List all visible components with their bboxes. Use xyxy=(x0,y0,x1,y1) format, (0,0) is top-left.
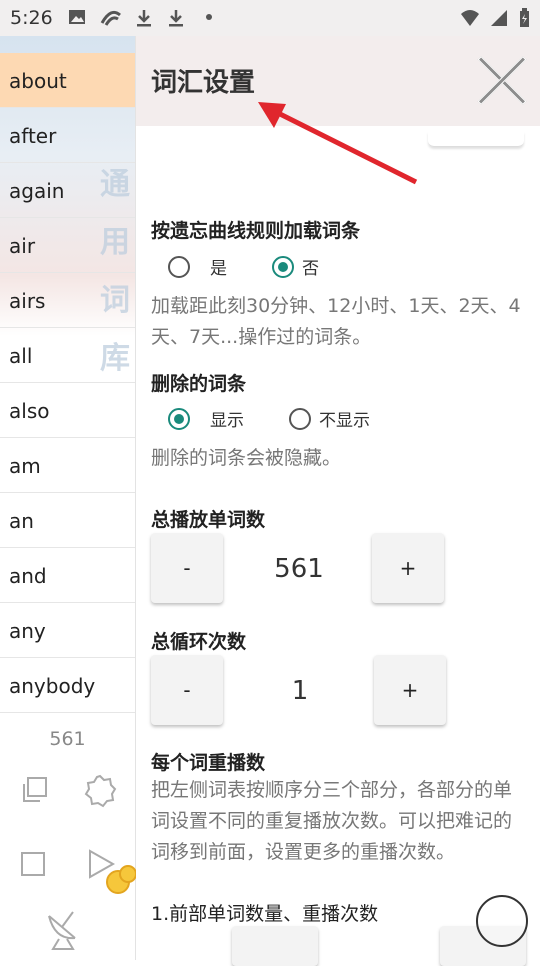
status-time: 5:26 xyxy=(10,7,53,29)
total-words-title: 总播放单词数 xyxy=(151,509,266,531)
word-item[interactable]: all xyxy=(0,328,135,383)
satellite-dish-icon[interactable] xyxy=(45,906,81,954)
status-right-icons xyxy=(460,8,530,32)
status-bar: 5:26 xyxy=(0,0,540,36)
word-label: after xyxy=(9,124,57,148)
word-label: an xyxy=(9,509,34,533)
front-part-label: 1.前部单词数量、重播次数 xyxy=(151,903,379,925)
floating-action-button[interactable] xyxy=(476,895,528,947)
download-icon xyxy=(136,9,152,31)
word-item[interactable]: also xyxy=(0,383,135,438)
word-item[interactable]: anybody xyxy=(0,658,135,713)
wifi-icon xyxy=(460,9,480,31)
word-item[interactable]: any xyxy=(0,603,135,658)
word-label: again xyxy=(9,179,65,203)
deleted-entries-title: 删除的词条 xyxy=(151,373,247,395)
word-label: anybody xyxy=(9,674,96,698)
forgetting-curve-description: 加载距此刻30分钟、12小时、1天、2天、4天、7天...操作过的词条。 xyxy=(151,295,521,348)
radio-hide[interactable] xyxy=(289,407,311,430)
word-item[interactable]: after xyxy=(0,108,135,163)
forgetting-curve-options: 是 否 xyxy=(168,254,319,279)
word-label: all xyxy=(9,344,33,368)
forgetting-curve-title: 按遗忘曲线规则加载词条 xyxy=(151,220,361,242)
total-words-plus-button[interactable]: + xyxy=(372,533,444,603)
download-icon-2 xyxy=(168,9,184,31)
battery-icon xyxy=(518,8,530,32)
word-item[interactable]: about xyxy=(0,53,135,108)
annotation-arrow xyxy=(258,102,418,185)
coins-icon xyxy=(106,864,137,900)
checkbox-square-icon[interactable] xyxy=(21,852,45,880)
per-word-repeat-description: 把左侧词表按顺序分三个部分，各部分的单词设置不同的重复播放次数。可以把难记的词移… xyxy=(151,779,513,863)
close-icon[interactable] xyxy=(476,54,528,106)
deleted-entries-options: 显示 不显示 xyxy=(168,406,370,431)
notification-dot-icon xyxy=(205,8,213,30)
word-label: any xyxy=(9,619,46,643)
word-item[interactable]: an xyxy=(0,493,135,548)
word-label: airs xyxy=(9,289,46,313)
radio-yes-label: 是 xyxy=(210,259,227,279)
radio-show[interactable] xyxy=(168,407,190,430)
radio-yes[interactable] xyxy=(168,255,190,278)
word-item[interactable]: am xyxy=(0,438,135,493)
clipped-button[interactable] xyxy=(428,132,524,147)
total-words-value: 561 xyxy=(274,554,324,584)
radio-no-label: 否 xyxy=(302,259,319,279)
word-item[interactable]: airs xyxy=(0,273,135,328)
word-label: about xyxy=(9,69,67,93)
word-list-sidebar: 通 用 词 库 about after again air airs all a… xyxy=(0,36,137,960)
total-words-minus-button[interactable]: - xyxy=(151,533,223,603)
deleted-entries-description: 删除的词条会被隐藏。 xyxy=(151,447,342,469)
per-word-repeat-title: 每个词重播数 xyxy=(151,752,266,774)
radio-show-label: 显示 xyxy=(210,411,244,431)
word-label: air xyxy=(9,234,36,258)
word-label: and xyxy=(9,564,47,588)
word-label: am xyxy=(9,454,41,478)
word-item[interactable]: air xyxy=(0,218,135,273)
image-icon xyxy=(68,9,86,29)
panel-title: 词汇设置 xyxy=(151,68,256,98)
word-label: also xyxy=(9,399,50,423)
wifi-signal-icon xyxy=(100,9,122,31)
word-item[interactable]: again xyxy=(0,163,135,218)
radio-hide-label: 不显示 xyxy=(319,411,370,431)
total-loops-value: 1 xyxy=(291,676,309,706)
word-list: about after again air airs all also am a… xyxy=(0,53,135,713)
total-loops-plus-button[interactable]: + xyxy=(374,655,446,725)
radio-no[interactable] xyxy=(272,255,294,278)
front-part-minus-button[interactable] xyxy=(232,926,318,966)
total-loops-title: 总循环次数 xyxy=(151,631,247,653)
total-loops-minus-button[interactable]: - xyxy=(151,655,223,725)
settings-gear-icon[interactable] xyxy=(82,773,118,813)
word-count: 561 xyxy=(49,728,86,750)
cell-signal-icon xyxy=(490,9,508,31)
copy-icon[interactable] xyxy=(20,776,48,808)
word-item[interactable]: and xyxy=(0,548,135,603)
